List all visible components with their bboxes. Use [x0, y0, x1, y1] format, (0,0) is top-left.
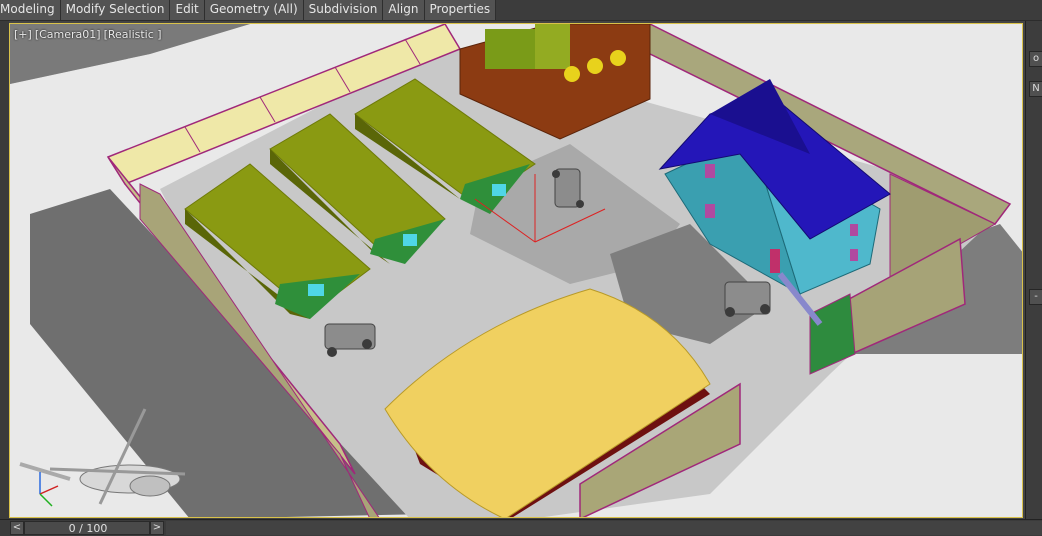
timeline-next-button[interactable]: > — [150, 521, 164, 535]
timeline-prev-button[interactable]: < — [10, 521, 24, 535]
left-strip — [0, 21, 9, 519]
time-slider[interactable]: < 0 / 100 > — [0, 519, 1042, 536]
tab-modeling[interactable]: Modeling — [0, 0, 61, 20]
tab-geometry-all[interactable]: Geometry (All) — [205, 0, 304, 20]
tab-edit[interactable]: Edit — [170, 0, 205, 20]
ribbon-empty-area — [496, 0, 1042, 20]
ribbon-tabs: Modeling Modify Selection Edit Geometry … — [0, 0, 1042, 21]
fuel-tank[interactable] — [564, 66, 580, 82]
tab-subdivision[interactable]: Subdivision — [304, 0, 384, 20]
supply-crate[interactable] — [535, 24, 570, 69]
viewport-label: [+] [Camera01] [Realistic ] — [14, 28, 162, 41]
timeline-ruler[interactable] — [166, 521, 1042, 535]
viewport-shading-label[interactable]: [Realistic ] — [104, 28, 162, 41]
supply-crate[interactable] — [485, 29, 535, 69]
tab-properties[interactable]: Properties — [425, 0, 497, 20]
jeep-right[interactable] — [724, 281, 771, 317]
command-panel-edge: o N - — [1025, 21, 1042, 519]
jeep-center[interactable] — [552, 168, 584, 208]
tab-align[interactable]: Align — [383, 0, 425, 20]
tab-modify-selection[interactable]: Modify Selection — [61, 0, 171, 20]
timeline-frame-counter: 0 / 100 — [68, 522, 108, 535]
viewport-menu-plus[interactable]: [+] — [14, 28, 32, 41]
scene-render[interactable] — [10, 24, 1023, 518]
fuel-tank[interactable] — [587, 58, 603, 74]
command-panel-button[interactable]: o — [1029, 51, 1042, 67]
fuel-tank[interactable] — [610, 50, 626, 66]
command-panel-button[interactable]: - — [1029, 289, 1042, 305]
command-panel-button[interactable]: N — [1029, 81, 1042, 97]
timeline-track[interactable]: 0 / 100 — [24, 521, 150, 535]
viewport-camera-label[interactable]: [Camera01] — [35, 28, 101, 41]
camera-viewport[interactable]: [+] [Camera01] [Realistic ] — [9, 23, 1023, 518]
